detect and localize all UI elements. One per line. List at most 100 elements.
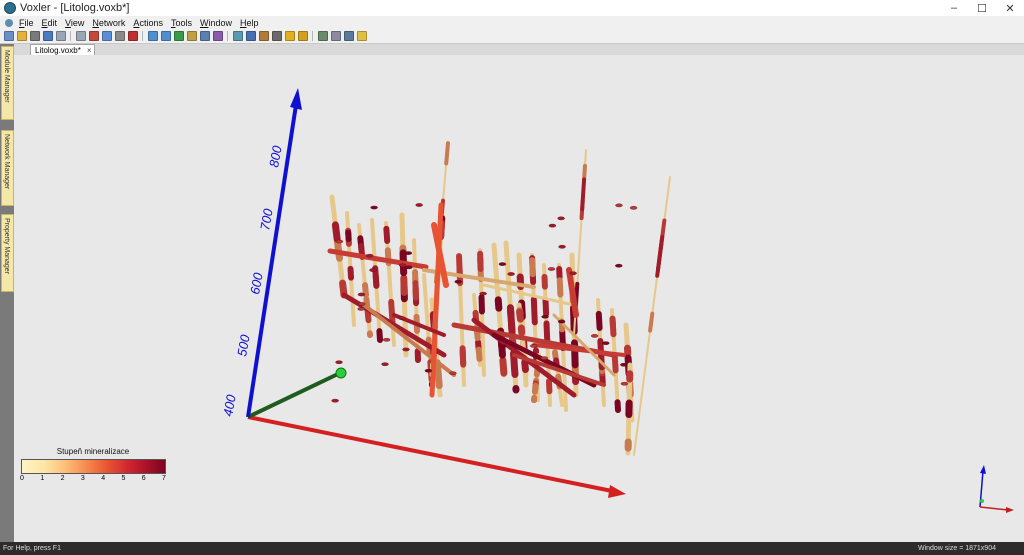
close-button[interactable]: ✕: [996, 0, 1024, 16]
sample-marker: [335, 360, 343, 365]
sample-marker: [331, 398, 339, 403]
undo-icon[interactable]: [55, 31, 66, 41]
document-icon[interactable]: [5, 18, 13, 27]
view-top-icon[interactable]: [245, 31, 256, 41]
fit-icon[interactable]: [199, 31, 210, 41]
pan-icon[interactable]: [186, 31, 197, 41]
legend-tick-0: 0: [20, 475, 24, 482]
mineralization-interval: [456, 253, 463, 278]
sample-marker: [424, 368, 433, 373]
mineralization-interval: [529, 257, 536, 278]
rotate-icon[interactable]: [173, 31, 184, 41]
new-icon[interactable]: [3, 31, 14, 41]
sample-marker: [569, 271, 577, 276]
module-icon[interactable]: [343, 31, 354, 41]
document-tab-strip: Litolog.voxb* ×: [14, 44, 1024, 56]
toolbar-separator: [227, 31, 228, 41]
sample-marker: [498, 262, 507, 266]
light-icon[interactable]: [297, 31, 308, 41]
legend-gradient: [21, 459, 166, 474]
menu-tools[interactable]: Tools: [171, 18, 192, 28]
delete-icon[interactable]: [127, 31, 138, 41]
y-axis-handle[interactable]: [335, 367, 347, 379]
mineralization-interval: [475, 346, 483, 362]
close-tab-icon[interactable]: ×: [87, 46, 92, 55]
sample-marker: [358, 302, 366, 306]
view-side-icon[interactable]: [271, 31, 282, 41]
perspective-icon[interactable]: [212, 31, 223, 41]
screenshot-icon[interactable]: [330, 31, 341, 41]
sample-marker: [629, 206, 638, 210]
title-bar: Voxler - [Litolog.voxb*] – ☐ ✕: [0, 0, 1024, 17]
tab-network-manager[interactable]: Network Manager: [1, 130, 14, 206]
status-window-size: Window size = 1871x904: [917, 545, 996, 552]
cut-icon[interactable]: [88, 31, 99, 41]
mineralization-interval: [580, 177, 587, 212]
side-panel-bar: Module Manager Network Manager Property …: [0, 44, 14, 542]
sample-marker: [620, 381, 629, 386]
sample-marker: [454, 279, 462, 284]
mineralization-interval: [388, 298, 396, 326]
toolbar-separator: [70, 31, 71, 41]
render-icon[interactable]: [284, 31, 295, 41]
menu-help[interactable]: Help: [240, 18, 259, 28]
tab-network-manager-label: Network Manager: [3, 134, 10, 190]
help-icon[interactable]: [356, 31, 367, 41]
view-front-icon[interactable]: [258, 31, 269, 41]
mineralization-interval: [551, 349, 559, 361]
menu-window[interactable]: Window: [200, 18, 232, 28]
sample-marker: [449, 371, 457, 375]
maximize-button[interactable]: ☐: [968, 0, 996, 16]
print-icon[interactable]: [42, 31, 53, 41]
open-icon[interactable]: [16, 31, 27, 41]
menu-view[interactable]: View: [65, 18, 84, 28]
menu-actions[interactable]: Actions: [133, 18, 163, 28]
z-tick-700: 700: [257, 207, 276, 232]
z-axis-arrowhead: [290, 88, 302, 110]
sample-marker: [547, 267, 556, 271]
sample-marker: [541, 314, 549, 319]
menu-edit[interactable]: Edit: [42, 18, 58, 28]
mineralization-interval: [347, 265, 355, 281]
menu-network[interactable]: Network: [92, 18, 125, 28]
tab-module-manager[interactable]: Module Manager: [1, 46, 14, 120]
legend-tick-2: 2: [60, 475, 65, 482]
zoom-out-icon[interactable]: [160, 31, 171, 41]
sample-marker: [357, 307, 365, 311]
mineralization-interval: [331, 221, 341, 243]
sample-marker: [381, 362, 389, 366]
redo-icon[interactable]: [75, 31, 86, 41]
menu-file[interactable]: File: [19, 18, 34, 28]
sample-marker: [357, 292, 366, 297]
mineralization-interval: [609, 315, 617, 338]
save-icon[interactable]: [29, 31, 40, 41]
y-axis: [247, 371, 341, 419]
sample-marker: [615, 263, 623, 268]
sample-marker: [405, 265, 413, 270]
toolbar: [0, 29, 1024, 44]
sample-marker: [602, 341, 610, 345]
sample-marker: [540, 356, 548, 360]
sample-marker: [366, 253, 374, 258]
minimize-button[interactable]: –: [940, 0, 968, 16]
bounding-box-icon[interactable]: [317, 31, 328, 41]
mineralization-interval: [531, 382, 539, 395]
orientation-gizmo: [979, 465, 1014, 513]
copy-icon[interactable]: [101, 31, 112, 41]
sample-marker: [558, 244, 566, 249]
paste-icon[interactable]: [114, 31, 125, 41]
mineralization-interval: [655, 234, 665, 273]
mineralization-interval: [648, 311, 655, 333]
sample-marker: [620, 362, 628, 367]
status-bar: For Help, press F1 Window size = 1871x90…: [0, 542, 1024, 555]
mineralization-interval: [459, 345, 467, 368]
toolbar-separator: [142, 31, 143, 41]
sample-marker: [615, 203, 623, 208]
ortho-icon[interactable]: [232, 31, 243, 41]
mineralization-interval: [444, 141, 450, 166]
z-tick-500: 500: [234, 333, 253, 358]
z-tick-600: 600: [247, 271, 266, 296]
sample-marker: [590, 334, 599, 338]
tab-property-manager[interactable]: Property Manager: [1, 214, 14, 292]
zoom-in-icon[interactable]: [147, 31, 158, 41]
